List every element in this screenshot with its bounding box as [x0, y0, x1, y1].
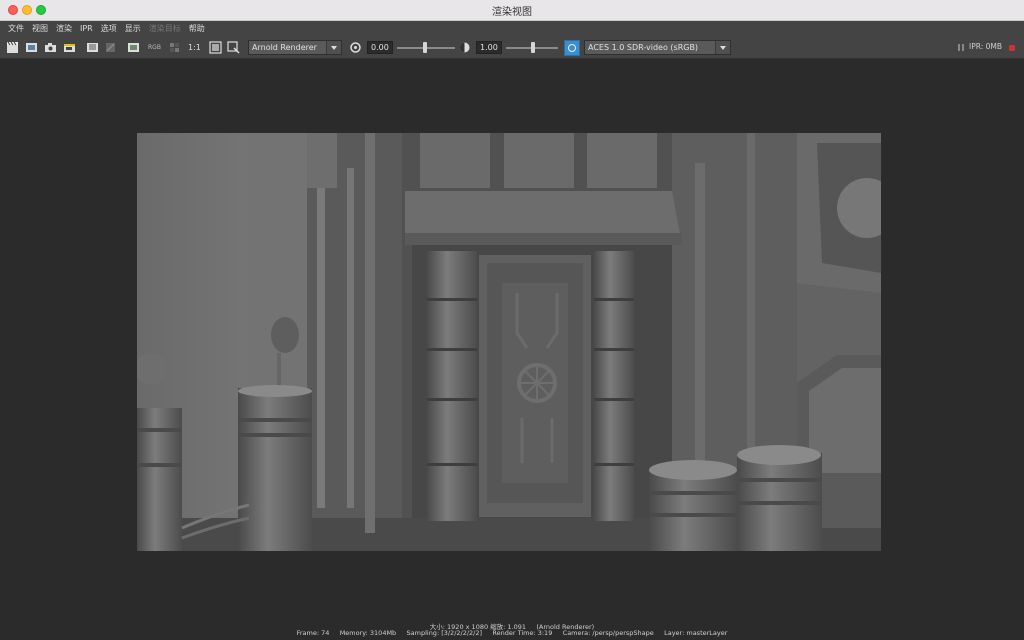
render-region-icon[interactable] [63, 41, 76, 54]
gamma-icon[interactable] [458, 41, 471, 54]
menu-ipr[interactable]: IPR [76, 21, 97, 37]
renderer-dropdown-value: Arnold Renderer [252, 43, 317, 52]
remove-image-icon[interactable] [127, 41, 140, 54]
window-titlebar: 渲染视图 [0, 0, 1024, 21]
zoom-1to1-button[interactable]: 1:1 [188, 41, 201, 55]
renderer-dropdown[interactable]: Arnold Renderer [248, 40, 342, 55]
exposure-icon[interactable] [349, 41, 362, 54]
display-channel-icon[interactable] [168, 41, 181, 54]
display-channel-button[interactable]: RGB [148, 41, 161, 55]
refresh-icon[interactable] [86, 41, 99, 54]
rendered-image [137, 133, 881, 551]
window-title: 渲染视图 [492, 7, 532, 18]
render-viewport[interactable] [0, 59, 1024, 625]
gamma-field[interactable]: 1.00 [476, 41, 502, 54]
menu-file[interactable]: 文件 [4, 21, 28, 37]
chevron-down-icon [326, 41, 341, 54]
ipr-render-icon[interactable] [25, 41, 38, 54]
ipr-memory-readout: IPR: 0MB [968, 42, 1002, 51]
menu-render-target[interactable]: 渲染目标 [145, 21, 185, 37]
fit-image-icon[interactable] [209, 41, 222, 54]
frame-image-icon[interactable] [227, 41, 240, 54]
exposure-slider-handle[interactable] [423, 42, 427, 53]
camera-snapshot-icon[interactable] [44, 41, 57, 54]
menu-view[interactable]: 视图 [28, 21, 52, 37]
exposure-field[interactable]: 0.00 [367, 41, 393, 54]
chevron-down-icon [715, 41, 730, 54]
stop-icon[interactable] [1009, 45, 1015, 51]
color-management-icon[interactable] [564, 40, 580, 56]
menu-display[interactable]: 显示 [121, 21, 145, 37]
menu-render[interactable]: 渲染 [52, 21, 76, 37]
menu-help[interactable]: 帮助 [185, 21, 209, 37]
render-stats-line: Frame: 74 Memory: 3104Mb Sampling: [3/2/… [296, 629, 728, 637]
render-toolbar: RGB 1:1 Arnold Renderer 0.00 1.00 ACES 1… [0, 37, 1024, 59]
view-transform-dropdown[interactable]: ACES 1.0 SDR-video (sRGB) [584, 40, 731, 55]
keep-image-icon[interactable] [104, 41, 117, 54]
clapperboard-icon[interactable] [6, 41, 19, 54]
menu-bar: 文件 视图 渲染 IPR 选项 显示 渲染目标 帮助 [0, 21, 1024, 37]
pause-icon[interactable] [958, 44, 964, 51]
gamma-slider-handle[interactable] [531, 42, 535, 53]
view-transform-value: ACES 1.0 SDR-video (sRGB) [588, 43, 699, 52]
menu-options[interactable]: 选项 [97, 21, 121, 37]
